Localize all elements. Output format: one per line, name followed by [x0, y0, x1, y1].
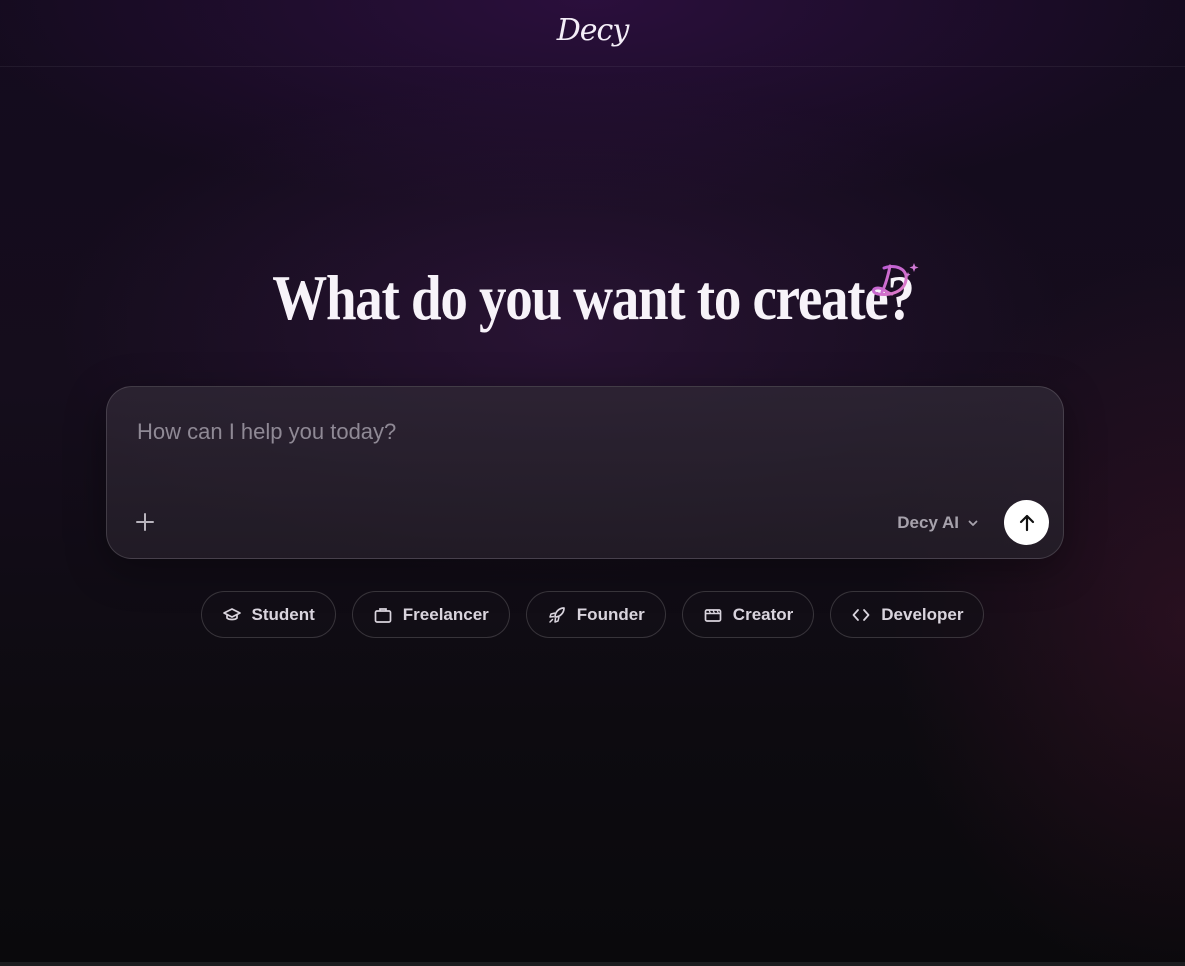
- prompt-input[interactable]: [137, 415, 1017, 449]
- rocket-icon: [547, 605, 567, 625]
- brand-logo[interactable]: Decy: [557, 13, 630, 48]
- prompt-box: Decy AI: [106, 386, 1064, 559]
- hero: What do you want to create?: [0, 258, 1185, 338]
- chevron-down-icon: [968, 520, 978, 526]
- chip-freelancer-label: Freelancer: [402, 604, 489, 624]
- chip-freelancer[interactable]: Freelancer: [351, 591, 510, 638]
- page-title: What do you want to create?: [271, 262, 915, 333]
- top-bar: Decy: [0, 0, 1185, 67]
- graduation-cap-icon: [222, 605, 242, 625]
- add-attachment-button[interactable]: [131, 508, 159, 536]
- plus-icon: [136, 513, 154, 531]
- arrow-up-icon: [1019, 514, 1034, 531]
- chip-developer-label: Developer: [881, 604, 964, 624]
- bottom-divider: [0, 962, 1185, 966]
- persona-chips: Student Freelancer Founder Creator Devel…: [0, 591, 1185, 638]
- chip-founder-label: Founder: [576, 604, 645, 624]
- model-selector[interactable]: Decy AI: [897, 511, 979, 535]
- clapperboard-icon: [703, 605, 723, 625]
- chip-student-label: Student: [251, 604, 315, 624]
- chip-founder[interactable]: Founder: [525, 591, 666, 638]
- code-icon: [851, 605, 871, 625]
- briefcase-icon: [373, 605, 393, 625]
- send-button[interactable]: [1004, 500, 1049, 545]
- decy-sparkle-logo-icon: [872, 263, 919, 296]
- model-selector-label: Decy AI: [897, 513, 959, 532]
- chip-creator-label: Creator: [732, 604, 794, 624]
- chip-creator[interactable]: Creator: [681, 591, 815, 638]
- chip-student[interactable]: Student: [200, 591, 336, 638]
- chip-developer[interactable]: Developer: [830, 591, 985, 638]
